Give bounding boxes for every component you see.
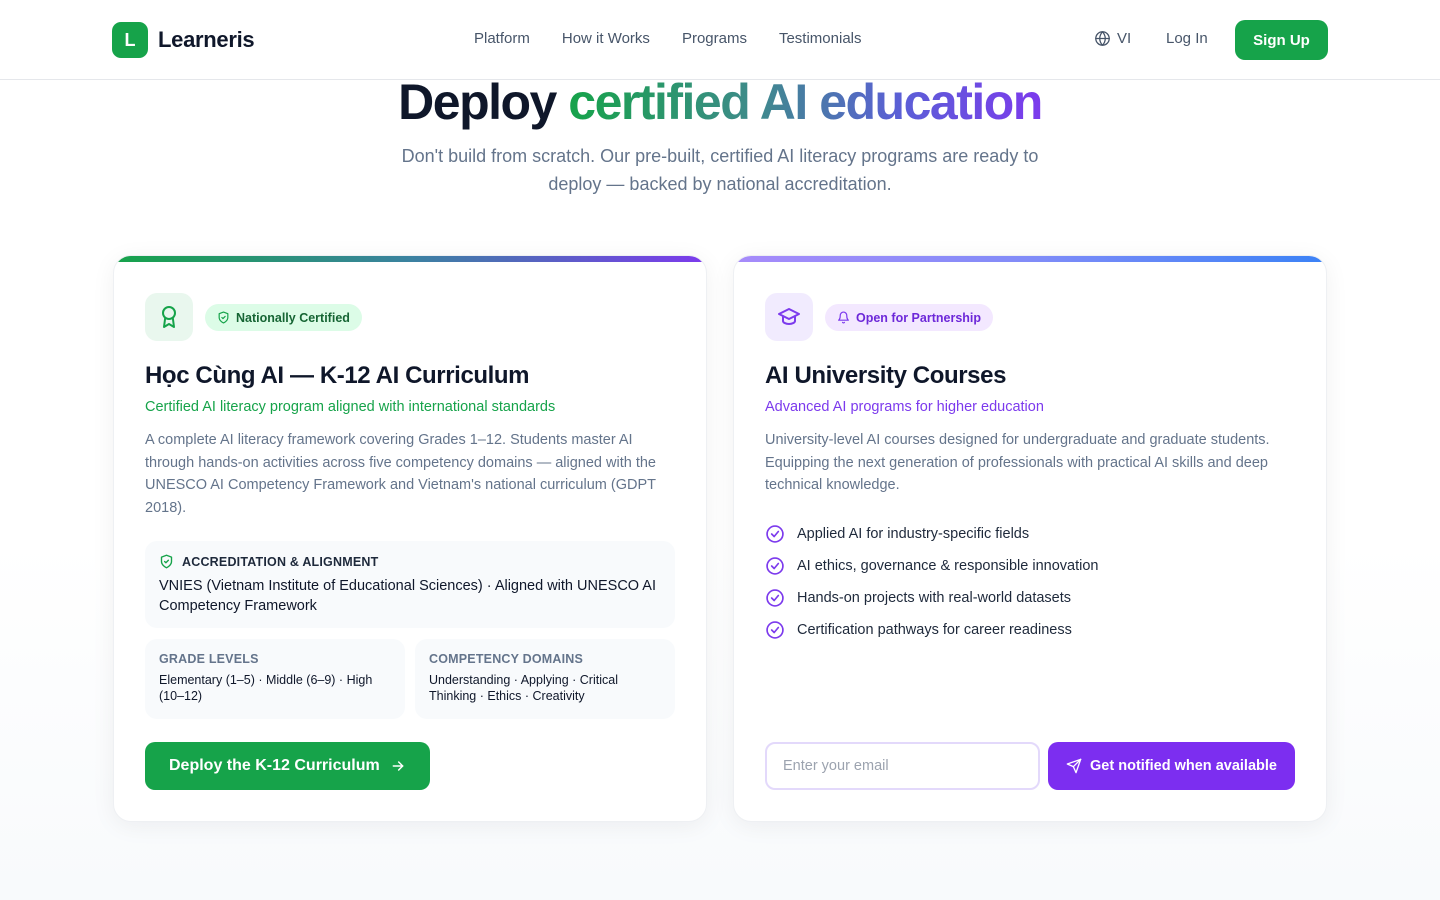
card-accent-bar xyxy=(114,256,706,262)
email-input[interactable] xyxy=(765,742,1040,790)
feature-text: Hands-on projects with real-world datase… xyxy=(797,590,1072,606)
hero-subtitle: Don't build from scratch. Our pre-built,… xyxy=(401,146,1039,194)
check-circle-icon xyxy=(766,621,784,639)
logo-mark: L xyxy=(112,22,148,58)
hero-title: Deploy certified AI education xyxy=(0,72,1440,132)
k12-tagline: Certified AI literacy program aligned wi… xyxy=(145,399,556,415)
nav-programs[interactable]: Programs xyxy=(682,30,747,47)
signup-button[interactable]: Sign Up xyxy=(1235,20,1328,60)
shield-check-icon xyxy=(160,554,173,569)
certified-badge-label: Nationally Certified xyxy=(236,310,350,325)
login-link[interactable]: Log In xyxy=(1166,30,1208,47)
shield-check-icon xyxy=(218,311,229,324)
accreditation-label: ACCREDITATION & ALIGNMENT xyxy=(182,554,379,569)
hero-title-gradient: certified AI education xyxy=(568,74,1043,130)
bell-icon xyxy=(838,311,849,324)
list-item: AI ethics, governance & responsible inno… xyxy=(765,550,1098,582)
list-item: Certification pathways for career readin… xyxy=(765,614,1098,646)
k12-program-card: Nationally Certified Học Cùng AI — K-12 … xyxy=(113,255,707,822)
university-description: University-level AI courses designed for… xyxy=(765,432,1270,493)
grade-levels-box: GRADE LEVELS Elementary (1–5) · Middle (… xyxy=(145,639,405,719)
k12-title: Học Cùng AI — K-12 AI Curriculum xyxy=(145,362,530,389)
partnership-badge-label: Open for Partnership xyxy=(856,310,982,325)
check-circle-icon xyxy=(766,557,784,575)
check-circle-icon xyxy=(766,525,784,543)
accreditation-text: VNIES (Vietnam Institute of Educational … xyxy=(159,578,656,614)
deploy-k12-label: Deploy the K-12 Curriculum xyxy=(169,757,380,774)
list-item: Hands-on projects with real-world datase… xyxy=(765,582,1098,614)
university-icon-tile xyxy=(765,293,813,341)
card-accent-bar xyxy=(734,256,1326,262)
partnership-badge: Open for Partnership xyxy=(825,304,994,331)
grade-levels-label: GRADE LEVELS xyxy=(159,652,259,666)
feature-text: Applied AI for industry-specific fields xyxy=(797,526,1030,542)
competency-domains-value: Understanding · Applying · Critical Thin… xyxy=(429,673,618,703)
check-circle-icon xyxy=(766,589,784,607)
language-label: VI xyxy=(1117,30,1132,47)
hero-title-plain: Deploy xyxy=(398,74,557,130)
k12-icon-tile xyxy=(145,293,193,341)
university-program-card: Open for Partnership AI University Cours… xyxy=(733,255,1327,822)
brand-logo[interactable]: L Learneris xyxy=(112,22,255,58)
university-tagline: Advanced AI programs for higher educatio… xyxy=(765,399,1044,415)
arrow-right-icon xyxy=(392,761,404,771)
globe-icon xyxy=(1095,31,1110,46)
competency-domains-box: COMPETENCY DOMAINS Understanding · Apply… xyxy=(415,639,675,719)
send-icon xyxy=(1066,758,1082,774)
award-icon xyxy=(162,306,176,328)
brand-name: Learneris xyxy=(158,27,255,52)
language-switcher[interactable]: VI xyxy=(1094,30,1131,47)
accreditation-box: ACCREDITATION & ALIGNMENT VNIES (Vietnam… xyxy=(145,541,675,628)
main-nav: Platform How it Works Programs Testimoni… xyxy=(474,30,862,47)
feature-text: Certification pathways for career readin… xyxy=(797,622,1072,638)
nav-platform[interactable]: Platform xyxy=(474,30,530,47)
graduation-cap-icon xyxy=(778,308,800,325)
notify-button[interactable]: Get notified when available xyxy=(1048,742,1295,790)
university-title: AI University Courses xyxy=(765,362,1007,389)
list-item: Applied AI for industry-specific fields xyxy=(765,518,1098,550)
nav-how-it-works[interactable]: How it Works xyxy=(562,30,650,47)
university-features: Applied AI for industry-specific fields … xyxy=(765,518,1098,646)
deploy-k12-button[interactable]: Deploy the K-12 Curriculum xyxy=(145,742,430,790)
certified-badge: Nationally Certified xyxy=(205,304,362,331)
k12-description: A complete AI literacy framework coverin… xyxy=(145,432,656,516)
nav-testimonials[interactable]: Testimonials xyxy=(779,30,862,47)
grade-levels-value: Elementary (1–5) · Middle (6–9) · High (… xyxy=(159,673,373,703)
feature-text: AI ethics, governance & responsible inno… xyxy=(797,558,1099,574)
site-header: L Learneris Platform How it Works Progra… xyxy=(0,0,1440,80)
accreditation-header: ACCREDITATION & ALIGNMENT xyxy=(159,554,661,569)
competency-domains-label: COMPETENCY DOMAINS xyxy=(429,652,584,666)
notify-label: Get notified when available xyxy=(1090,758,1277,774)
